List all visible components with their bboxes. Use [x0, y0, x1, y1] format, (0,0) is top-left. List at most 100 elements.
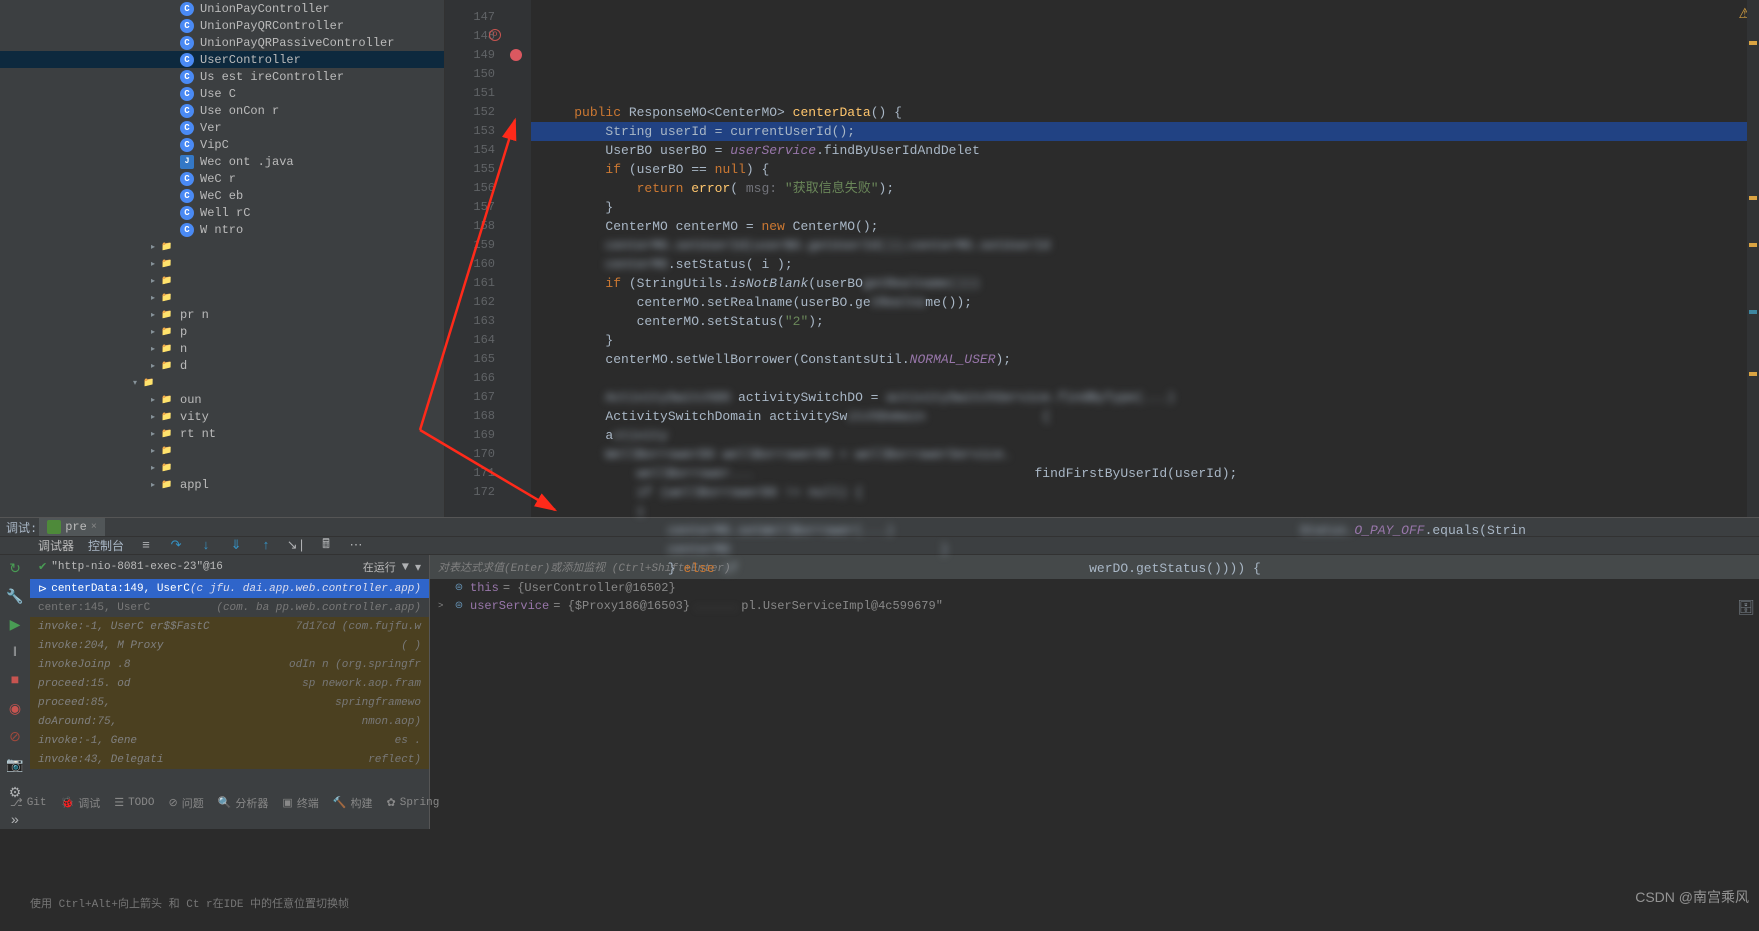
- tree-item[interactable]: CVer: [0, 119, 444, 136]
- debugger-tab[interactable]: 调试器: [38, 537, 74, 554]
- code-area[interactable]: ⚠ public ResponseMO<CenterMO> centerData…: [531, 0, 1759, 517]
- project-tree[interactable]: CUnionPayControllerCUnionPayQRController…: [0, 0, 445, 517]
- step-into-icon[interactable]: ↓: [198, 538, 214, 554]
- tree-item[interactable]: ▸📁 pr n: [0, 306, 444, 323]
- stack-frame[interactable]: invoke:204, M Proxy( ): [30, 636, 429, 655]
- stack-frame[interactable]: invoke:-1, UserC er$$FastC 7d17cd (com.f…: [30, 617, 429, 636]
- error-stripe[interactable]: [1747, 0, 1759, 517]
- stack-frame[interactable]: ⊳centerData:149, UserC(c jfu. dai.app.we…: [30, 579, 429, 598]
- db-tool-icon[interactable]: 🗄: [1737, 600, 1755, 618]
- tree-item[interactable]: ▾📁: [0, 374, 444, 391]
- code-line[interactable]: centerMO.setStatus("2");: [531, 312, 1759, 331]
- resume-icon[interactable]: ▶: [7, 617, 23, 633]
- stack-icon[interactable]: ≡: [138, 538, 154, 554]
- force-step-icon[interactable]: ⇓: [228, 538, 244, 554]
- tree-item[interactable]: CUnionPayQRPassiveController: [0, 34, 444, 51]
- run-to-cursor-icon[interactable]: ↘|: [288, 538, 304, 554]
- code-line[interactable]: if (wellBorrowerDO != null) {: [531, 483, 1759, 502]
- stack-frame[interactable]: center:145, UserC(com. ba pp.web.control…: [30, 598, 429, 617]
- variables-panel[interactable]: 对表达式求值(Enter)或添加监视 (Ctrl+Shift+Enter) ⊜t…: [430, 555, 1759, 829]
- run-config-tab[interactable]: pre ×: [39, 518, 105, 536]
- tree-item[interactable]: CWeC r: [0, 170, 444, 187]
- wrench-icon[interactable]: 🔧: [7, 589, 23, 605]
- status-item[interactable]: ⊘问题: [168, 795, 203, 811]
- rerun-icon[interactable]: ↻: [7, 561, 23, 577]
- stack-frame[interactable]: invoke:43, Delegatireflect): [30, 750, 429, 769]
- tree-item[interactable]: CUse C: [0, 85, 444, 102]
- step-over-icon[interactable]: ↷: [168, 538, 184, 554]
- stack-frame[interactable]: proceed:15. odsp nework.aop.fram: [30, 674, 429, 693]
- tree-item[interactable]: ▸📁 p: [0, 323, 444, 340]
- tree-item[interactable]: ▸📁 rt nt: [0, 425, 444, 442]
- tree-item[interactable]: JWec ont .java: [0, 153, 444, 170]
- status-item[interactable]: ⎇Git: [10, 796, 47, 810]
- tree-item[interactable]: ▸📁 oun: [0, 391, 444, 408]
- code-editor[interactable]: 147148o149150151152153154155156157158159…: [445, 0, 1759, 517]
- code-line[interactable]: centerMO.setWellBorrower(ConstantsUtil.N…: [531, 350, 1759, 369]
- tree-item[interactable]: ▸📁 vity: [0, 408, 444, 425]
- frames-panel[interactable]: ✔"http-nio-8081-exec-23"@16 在运行 ▼ ▾ ⊳cen…: [30, 555, 430, 829]
- code-line[interactable]: centerMO.setRealname(userBO.getRealname(…: [531, 293, 1759, 312]
- tree-item[interactable]: CWell rC: [0, 204, 444, 221]
- code-line[interactable]: wellBorrower... findFirstByUserId(userId…: [531, 464, 1759, 483]
- code-line[interactable]: i: [531, 502, 1759, 521]
- code-line[interactable]: [531, 84, 1759, 103]
- code-line[interactable]: ActivitySwitchDO activitySwitchDO = acti…: [531, 388, 1759, 407]
- code-line[interactable]: centerMO.setStatus( i );: [531, 255, 1759, 274]
- console-tab[interactable]: 控制台: [88, 537, 124, 554]
- tree-item[interactable]: CWeC eb: [0, 187, 444, 204]
- code-line[interactable]: if (userBO == null) {: [531, 160, 1759, 179]
- code-line[interactable]: centerMO.setUserId(userBO.getUserId());c…: [531, 236, 1759, 255]
- tree-item[interactable]: ▸📁: [0, 255, 444, 272]
- code-line[interactable]: return error( msg: "获取信息失败");: [531, 179, 1759, 198]
- variable-row[interactable]: >⊜userService = {$Proxy186@16503} ......…: [430, 597, 1759, 615]
- code-line[interactable]: activity: [531, 426, 1759, 445]
- filter-icon[interactable]: ▼: [402, 560, 409, 574]
- tree-item[interactable]: ▸📁: [0, 238, 444, 255]
- stack-frame[interactable]: invokeJoinp .8odIn n (org.springfr: [30, 655, 429, 674]
- breakpoint-column[interactable]: [505, 0, 531, 517]
- stack-frame[interactable]: proceed:85,springframewo: [30, 693, 429, 712]
- tree-item[interactable]: ▸📁 d: [0, 357, 444, 374]
- mute-bp-icon[interactable]: ⊘: [7, 729, 23, 745]
- tree-item[interactable]: CUserController: [0, 51, 444, 68]
- tree-item[interactable]: CVipC: [0, 136, 444, 153]
- code-line[interactable]: public ResponseMO<CenterMO> centerData()…: [531, 103, 1759, 122]
- tree-item[interactable]: ▸📁 n: [0, 340, 444, 357]
- variable-row[interactable]: ⊜this = {UserController@16502}: [430, 579, 1759, 597]
- code-line[interactable]: CenterMO centerMO = new CenterMO();: [531, 217, 1759, 236]
- tree-item[interactable]: CUs est ireController: [0, 68, 444, 85]
- camera-icon[interactable]: 📷: [7, 757, 23, 773]
- override-icon[interactable]: o: [489, 29, 501, 41]
- code-line[interactable]: ActivitySwitchDomain activitySwitchDomai…: [531, 407, 1759, 426]
- code-line[interactable]: }: [531, 198, 1759, 217]
- code-line[interactable]: [531, 369, 1759, 388]
- stop-icon[interactable]: ■: [7, 673, 23, 689]
- status-item[interactable]: ▣终端: [282, 795, 318, 811]
- code-line[interactable]: UserBO userBO = userService.findByUserId…: [531, 141, 1759, 160]
- thread-name[interactable]: "http-nio-8081-exec-23"@16: [51, 561, 223, 573]
- tree-item[interactable]: CUse onCon r: [0, 102, 444, 119]
- code-line[interactable]: centerMO.setWellBorrower(...) Status.O_P…: [531, 521, 1759, 540]
- tree-item[interactable]: CUnionPayQRController: [0, 17, 444, 34]
- code-line[interactable]: } else if werDO.getStatus()))) {: [531, 559, 1759, 578]
- view-bp-icon[interactable]: ◉: [7, 701, 23, 717]
- more2-icon[interactable]: »: [7, 813, 23, 829]
- code-line[interactable]: }: [531, 331, 1759, 350]
- code-line[interactable]: centerMO }: [531, 540, 1759, 559]
- close-icon[interactable]: ×: [91, 522, 97, 533]
- code-line[interactable]: String userId = currentUserId();: [531, 122, 1759, 141]
- tree-item[interactable]: ▸📁: [0, 272, 444, 289]
- code-line[interactable]: if (StringUtils.isNotBlank(userBOgetReal…: [531, 274, 1759, 293]
- status-item[interactable]: 🔍分析器: [218, 795, 269, 811]
- breakpoint-icon[interactable]: [510, 49, 522, 61]
- tree-item[interactable]: ▸📁: [0, 459, 444, 476]
- tree-item[interactable]: ▸📁appl: [0, 476, 444, 493]
- pause-icon[interactable]: ‖: [7, 645, 23, 661]
- dropdown-icon[interactable]: ▾: [415, 560, 421, 575]
- tree-item[interactable]: ▸📁: [0, 289, 444, 306]
- status-item[interactable]: 🔨构建: [333, 795, 373, 811]
- evaluate-icon[interactable]: 🖩: [318, 538, 334, 554]
- status-item[interactable]: ☰TODO: [114, 796, 154, 810]
- step-out-icon[interactable]: ↑: [258, 538, 274, 554]
